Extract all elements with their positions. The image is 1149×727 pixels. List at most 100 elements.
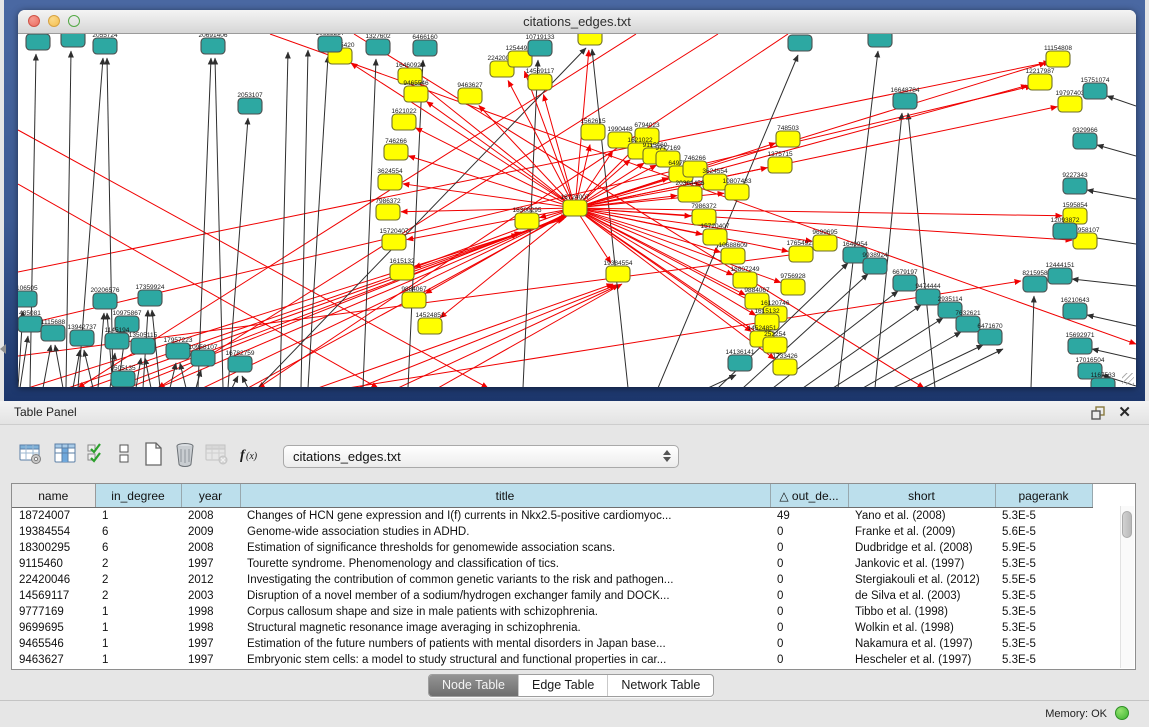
graph-node[interactable]: 14569117: [526, 68, 555, 90]
canvas-resize-grip[interactable]: [1122, 373, 1134, 385]
table-cell[interactable]: 5.3E-5: [995, 588, 1092, 604]
table-cell[interactable]: 9115460: [12, 556, 95, 572]
table-cell[interactable]: 5.3E-5: [995, 508, 1092, 525]
show-columns-icon[interactable]: [52, 441, 78, 467]
network-canvas[interactable]: 1872400715626151990448679402316210229115…: [18, 34, 1136, 387]
table-cell[interactable]: 49: [770, 508, 848, 525]
graph-edge[interactable]: [301, 50, 308, 387]
network-graph-svg[interactable]: 1872400715626151990448679402316210229115…: [18, 34, 1136, 387]
graph-node[interactable]: 7986372: [375, 198, 401, 220]
graph-node[interactable]: 1167533: [1091, 372, 1116, 387]
delete-table-icon[interactable]: [172, 441, 198, 467]
graph-edge[interactable]: [55, 345, 63, 387]
float-panel-icon[interactable]: [1091, 406, 1105, 420]
graph-node[interactable]: 8215958: [1022, 270, 1048, 292]
graph-edge[interactable]: [308, 56, 328, 387]
graph-edge[interactable]: [708, 375, 736, 387]
graph-edge-selected[interactable]: [575, 208, 1062, 216]
graph-node[interactable]: 10807483: [723, 178, 752, 200]
table-cell[interactable]: Estimation of the future numbers of pati…: [240, 636, 770, 652]
graph-node[interactable]: 1615132: [389, 258, 415, 280]
graph-edge[interactable]: [875, 113, 902, 387]
graph-node[interactable]: 8813054: [867, 34, 893, 47]
graph-node[interactable]: 9699695: [812, 229, 838, 251]
table-cell[interactable]: 5.3E-5: [995, 652, 1092, 668]
table-cell[interactable]: 18724007: [12, 508, 95, 525]
scrollbar-thumb[interactable]: [1122, 511, 1132, 538]
table-cell[interactable]: 2: [95, 588, 181, 604]
graph-node[interactable]: 14136141: [726, 349, 755, 371]
graph-node[interactable]: 10975867: [24, 34, 53, 50]
table-cell[interactable]: Hescheler et al. (1997): [848, 652, 995, 668]
table-cell[interactable]: 1997: [181, 652, 240, 668]
graph-node[interactable]: 9938924: [862, 252, 888, 274]
function-builder-icon[interactable]: f (x): [238, 441, 264, 467]
table-cell[interactable]: 6: [95, 524, 181, 540]
table-row[interactable]: 977716911998Corpus callosum shape and si…: [12, 604, 1092, 620]
table-cell[interactable]: 9777169: [12, 604, 95, 620]
table-cell[interactable]: 2003: [181, 588, 240, 604]
table-cell[interactable]: 22420046: [12, 572, 95, 588]
table-cell[interactable]: 1997: [181, 556, 240, 572]
graph-node[interactable]: 16648784: [891, 87, 920, 109]
table-cell[interactable]: 0: [770, 524, 848, 540]
table-cell[interactable]: Corpus callosum shape and size in male p…: [240, 604, 770, 620]
table-cell[interactable]: 5.9E-5: [995, 540, 1092, 556]
graph-edge[interactable]: [1031, 296, 1034, 387]
table-cell[interactable]: 2: [95, 556, 181, 572]
table-cell[interactable]: Franke et al. (2009): [848, 524, 995, 540]
graph-edge[interactable]: [232, 376, 238, 387]
graph-edge[interactable]: [215, 58, 223, 387]
graph-node[interactable]: 6471670: [977, 323, 1003, 345]
table-cell[interactable]: 2009: [181, 524, 240, 540]
graph-edge-selected[interactable]: [401, 208, 575, 212]
graph-edge[interactable]: [1072, 279, 1136, 286]
table-settings-icon[interactable]: [18, 441, 44, 467]
graph-node[interactable]: 9463627: [457, 82, 483, 104]
select-columns-icon[interactable]: [86, 441, 108, 467]
graph-node[interactable]: 15720407: [380, 228, 409, 250]
graph-node[interactable]: 435081: [18, 310, 42, 332]
graph-node[interactable]: 16053809: [786, 34, 815, 51]
graph-node[interactable]: 17359924: [136, 284, 165, 306]
graph-node[interactable]: 1115688: [41, 319, 66, 341]
table-cell[interactable]: 9463627: [12, 652, 95, 668]
graph-node[interactable]: 18300295: [513, 207, 542, 229]
tab-network-table[interactable]: Network Table: [608, 675, 713, 696]
column-header-in_degree[interactable]: in_degree: [95, 484, 181, 508]
graph-node[interactable]: 20206576: [91, 287, 120, 309]
table-vertical-scrollbar[interactable]: [1120, 506, 1134, 668]
table-cell[interactable]: 5.6E-5: [995, 524, 1092, 540]
table-cell[interactable]: 1: [95, 604, 181, 620]
table-cell[interactable]: 2008: [181, 508, 240, 525]
table-cell[interactable]: Disruption of a novel member of a sodium…: [240, 588, 770, 604]
table-cell[interactable]: 5.3E-5: [995, 556, 1092, 572]
table-cell[interactable]: Tibbo et al. (1998): [848, 604, 995, 620]
graph-edge-selected[interactable]: [425, 208, 575, 294]
graph-node[interactable]: 9227343: [1062, 172, 1088, 194]
tab-node-table[interactable]: Node Table: [429, 675, 519, 696]
graph-node[interactable]: 20691406: [199, 34, 228, 54]
graph-node[interactable]: 11154808: [1044, 45, 1072, 67]
graph-node[interactable]: 10958107: [189, 344, 218, 366]
graph-node[interactable]: 1562615: [580, 118, 606, 140]
table-cell[interactable]: 1: [95, 652, 181, 668]
new-table-icon[interactable]: [140, 441, 166, 467]
tab-edge-table[interactable]: Edge Table: [519, 675, 608, 696]
graph-node[interactable]: 252254: [763, 331, 787, 353]
graph-edge[interactable]: [242, 376, 248, 387]
table-cell[interactable]: 9465546: [12, 636, 95, 652]
table-cell[interactable]: 0: [770, 636, 848, 652]
table-cell[interactable]: Structural magnetic resonance image aver…: [240, 620, 770, 636]
table-cell[interactable]: 2008: [181, 540, 240, 556]
graph-edge[interactable]: [145, 358, 151, 387]
graph-node[interactable]: 14524851: [416, 312, 445, 334]
graph-node[interactable]: 12444151: [1046, 262, 1075, 284]
table-row[interactable]: 1456911722003Disruption of a novel membe…: [12, 588, 1092, 604]
graph-edge[interactable]: [170, 363, 176, 387]
graph-node[interactable]: 13942737: [59, 34, 88, 47]
graph-node[interactable]: 18724007: [561, 194, 590, 216]
table-cell[interactable]: 0: [770, 620, 848, 636]
graph-node[interactable]: 2053107: [237, 92, 263, 114]
table-cell[interactable]: 5.3E-5: [995, 636, 1092, 652]
